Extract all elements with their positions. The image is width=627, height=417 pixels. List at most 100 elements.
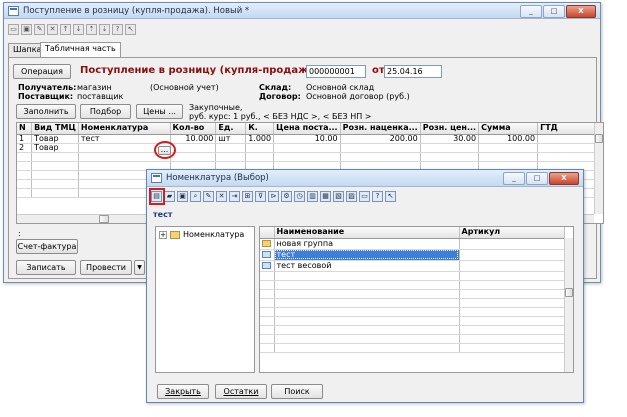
minimize-button[interactable]: _	[520, 5, 542, 18]
table-row[interactable]: 1 Товар тест 10.000 шт 1.000 10.00 200.00 30.00 1…	[17, 134, 603, 144]
list-item-name[interactable]	[274, 325, 460, 335]
list-item[interactable]	[260, 289, 565, 299]
delete-mark-icon[interactable]: ✕	[216, 191, 227, 202]
table-cell[interactable]	[17, 152, 33, 162]
new-folder-icon[interactable]: ▰	[164, 191, 175, 202]
list-item-article[interactable]	[459, 334, 565, 344]
list-item[interactable]	[260, 307, 565, 317]
table-row[interactable]: 2 Товар	[17, 143, 603, 153]
print-icon[interactable]: ▥	[307, 191, 318, 202]
list-item-article[interactable]	[459, 249, 565, 261]
list-vscroll-thumb[interactable]	[565, 288, 573, 297]
items-column-header[interactable]: Цена поста...	[273, 123, 341, 135]
dialog-close-button[interactable]: X	[549, 172, 579, 185]
table-cell[interactable]	[537, 134, 603, 144]
copy-icon[interactable]: ▣	[177, 191, 188, 202]
table-cell[interactable]: Товар	[31, 134, 79, 144]
report-icon[interactable]: ▦	[320, 191, 331, 202]
stock-button[interactable]: Остатки	[215, 384, 267, 399]
list-item[interactable]: новая группа	[260, 238, 565, 250]
main-title-bar[interactable]: Поступление в розницу (купля-продажа). Н…	[4, 3, 600, 19]
items-column-header[interactable]: Розн. наценка...	[340, 123, 421, 135]
dialog-minimize-button[interactable]: _	[503, 172, 525, 185]
items-vertical-scrollbar[interactable]	[594, 123, 603, 214]
items-column-header[interactable]: N	[17, 123, 33, 135]
table-cell[interactable]: 30.00	[420, 134, 480, 144]
list-item-article[interactable]	[459, 238, 565, 250]
list-item-article[interactable]	[459, 280, 565, 290]
move-icon[interactable]: ⇥	[229, 191, 240, 202]
list-item-article[interactable]	[459, 271, 565, 281]
move-down-icon[interactable]: ↓	[73, 24, 84, 35]
table-cell[interactable]	[31, 161, 79, 171]
post-button[interactable]: Провести	[80, 260, 132, 275]
table-cell[interactable]	[17, 188, 33, 198]
list-item-name[interactable]: тест	[274, 249, 460, 261]
list-item[interactable]	[260, 298, 565, 308]
list-item-name[interactable]	[274, 298, 460, 308]
table-cell[interactable]	[31, 170, 79, 180]
table-cell[interactable]: Товар	[31, 143, 79, 153]
tree-view-icon[interactable]: ▧	[333, 191, 344, 202]
table-cell[interactable]	[245, 143, 275, 153]
table-cell[interactable]	[31, 152, 79, 162]
select-button[interactable]: Подбор	[80, 104, 131, 119]
copy-icon[interactable]: ▣	[21, 24, 32, 35]
contract-value[interactable]: Основной договор (руб.)	[306, 92, 410, 101]
items-column-header[interactable]: Кол-во	[170, 123, 217, 135]
monitor-icon[interactable]: ▭	[359, 191, 370, 202]
filter-icon[interactable]: ⊽	[255, 191, 266, 202]
prices-button[interactable]: Цены ...	[136, 104, 183, 119]
hierarchy-icon[interactable]: ⊞	[242, 191, 253, 202]
items-column-header[interactable]: Розн. цен...	[420, 123, 480, 135]
record-button[interactable]: Записать	[16, 260, 76, 275]
new-icon[interactable]: ▭	[8, 24, 19, 35]
list-item[interactable]	[260, 271, 565, 281]
delete-icon[interactable]: ✕	[47, 24, 58, 35]
history-icon[interactable]: ◷	[294, 191, 305, 202]
settings-icon[interactable]: ⚙	[281, 191, 292, 202]
table-cell[interactable]	[215, 143, 247, 153]
table-cell[interactable]: 2	[17, 143, 33, 153]
list-item-name[interactable]	[274, 343, 460, 353]
table-cell[interactable]	[340, 152, 421, 162]
tab-table-part[interactable]: Табличная часть	[40, 42, 121, 57]
context-help-icon[interactable]: ↖	[125, 24, 136, 35]
table-cell[interactable]	[31, 188, 79, 198]
table-cell[interactable]: 10.00	[273, 134, 341, 144]
table-cell[interactable]: 1	[17, 134, 33, 144]
tree-expander[interactable]: +	[159, 230, 167, 239]
list-item[interactable]	[260, 316, 565, 326]
list-item-article[interactable]	[459, 289, 565, 299]
list-item[interactable]	[260, 334, 565, 344]
table-cell[interactable]	[478, 152, 539, 162]
list-item-article[interactable]	[459, 298, 565, 308]
table-cell[interactable]: шт	[215, 134, 247, 144]
table-cell[interactable]	[537, 143, 603, 153]
filter-by-value-icon[interactable]: ⊳	[268, 191, 279, 202]
close-button[interactable]: X	[566, 5, 596, 18]
table-row[interactable]	[17, 152, 603, 162]
list-view-icon[interactable]: ▨	[346, 191, 357, 202]
list-column-name[interactable]: Наименование	[274, 227, 460, 239]
list-item-name[interactable]	[274, 316, 460, 326]
edit-icon[interactable]: ✎	[34, 24, 45, 35]
list-item-article[interactable]	[459, 325, 565, 335]
list-item-name[interactable]	[274, 307, 460, 317]
list-item[interactable]: тест весовой	[260, 260, 565, 272]
list-column-article[interactable]: Артикул	[459, 227, 565, 239]
list-item-article[interactable]	[459, 343, 565, 353]
invoice-button[interactable]: Счет-фактура	[16, 239, 78, 254]
table-cell[interactable]	[478, 143, 539, 153]
list-vertical-scrollbar[interactable]	[564, 238, 573, 372]
help-icon[interactable]: ?	[372, 191, 383, 202]
list-item[interactable]: тест	[260, 249, 565, 261]
table-cell[interactable]	[273, 152, 341, 162]
find-icon[interactable]: ⌕	[190, 191, 201, 202]
move-up-icon[interactable]: ↑	[60, 24, 71, 35]
more-actions-dropdown[interactable]: ▼	[134, 260, 145, 275]
warehouse-value[interactable]: Основной склад	[306, 83, 374, 92]
recipient-value[interactable]: магазин	[77, 83, 112, 92]
tree-root-node[interactable]: + Номенклатура	[159, 230, 244, 239]
fill-button[interactable]: Заполнить	[16, 104, 76, 119]
